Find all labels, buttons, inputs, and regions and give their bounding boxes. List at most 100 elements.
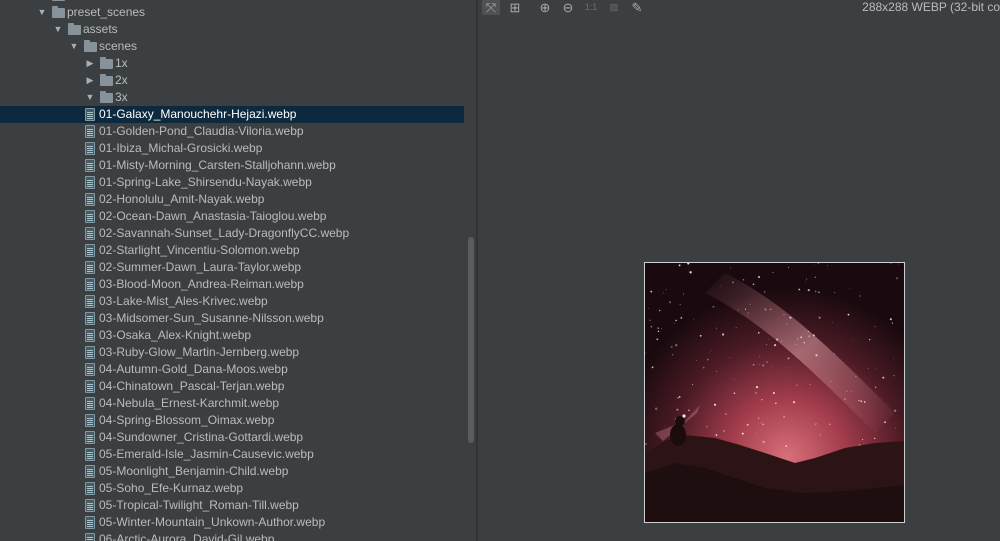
file-label: 04-Autumn-Gold_Dana-Moos.webp: [99, 362, 288, 376]
image-file-icon: [85, 278, 95, 291]
file-label: 02-Ocean-Dawn_Anastasia-Taioglou.webp: [99, 209, 327, 223]
actual-size-icon: 1:1: [584, 2, 598, 12]
tree-file-row[interactable]: 04-Chinatown_Pascal-Terjan.webp: [0, 378, 476, 395]
image-file-icon: [85, 295, 95, 308]
tree-file-row[interactable]: 01-Ibiza_Michal-Grosicki.webp: [0, 140, 476, 157]
file-label: 03-Ruby-Glow_Martin-Jernberg.webp: [99, 345, 300, 359]
tree-file-row[interactable]: 01-Galaxy_Manouchehr-Hejazi.webp: [0, 106, 464, 123]
tree-file-row[interactable]: 04-Sundowner_Cristina-Gottardi.webp: [0, 429, 476, 446]
image-file-icon: [85, 244, 95, 257]
tree-file-row[interactable]: 01-Golden-Pond_Claudia-Viloria.webp: [0, 123, 476, 140]
chessboard-icon: ▨: [609, 2, 619, 12]
file-label: 05-Soho_Efe-Kurnaz.webp: [99, 481, 244, 495]
zoom-out-icon: ⊖: [562, 0, 574, 15]
tree-scrollbar-thumb[interactable]: [468, 237, 474, 443]
tree-file-row[interactable]: 02-Summer-Dawn_Laura-Taylor.webp: [0, 259, 476, 276]
image-file-icon: [85, 533, 95, 541]
file-label: 05-Moonlight_Benjamin-Child.webp: [99, 464, 289, 478]
eyedropper-icon: ✎: [631, 0, 643, 15]
expand-arrow-down-icon[interactable]: ▼: [68, 38, 80, 55]
file-label: 03-Osaka_Alex-Knight.webp: [99, 328, 252, 342]
tree-file-row[interactable]: 05-Tropical-Twilight_Roman-Till.webp: [0, 497, 476, 514]
tree-file-row[interactable]: 02-Starlight_Vincentiu-Solomon.webp: [0, 242, 476, 259]
zoom-out-button[interactable]: ⊖: [559, 0, 577, 15]
folder-icon: [100, 91, 113, 103]
image-file-icon: [85, 499, 95, 512]
folder-icon: [52, 0, 65, 1]
tree-folder-row[interactable]: ▶ 2x: [0, 72, 476, 89]
image-viewer-toolbar: 288x288 WEBP (32-bit co ⤧ ⊞ ⊕ ⊖ 1:1 ▨ ✎: [478, 0, 1000, 16]
image-file-icon: [85, 329, 95, 342]
folder-label: 2x: [115, 73, 128, 87]
file-label: 01-Ibiza_Michal-Grosicki.webp: [99, 141, 263, 155]
tree-file-row[interactable]: 02-Savannah-Sunset_Lady-DragonflyCC.webp: [0, 225, 476, 242]
folder-label: preset_scenes: [67, 5, 146, 19]
tree-folder-row[interactable]: ▼ 3x: [0, 89, 476, 106]
tree-file-row[interactable]: 03-Osaka_Alex-Knight.webp: [0, 327, 476, 344]
tree-file-row[interactable]: 05-Soho_Efe-Kurnaz.webp: [0, 480, 476, 497]
tree-file-row[interactable]: 03-Lake-Mist_Ales-Krivec.webp: [0, 293, 476, 310]
image-viewer-panel: 288x288 WEBP (32-bit co ⤧ ⊞ ⊕ ⊖ 1:1 ▨ ✎: [478, 0, 1000, 541]
tree-file-row[interactable]: 05-Emerald-Isle_Jasmin-Causevic.webp: [0, 446, 476, 463]
image-file-icon: [85, 176, 95, 189]
tree-file-row[interactable]: 06-Arctic-Aurora_David-Gil.webp: [0, 531, 476, 541]
file-label: 02-Summer-Dawn_Laura-Taylor.webp: [99, 260, 302, 274]
file-label: 04-Sundowner_Cristina-Gottardi.webp: [99, 430, 304, 444]
tree-folder-row[interactable]: ▼ assets: [0, 21, 476, 38]
tree-file-row[interactable]: 01-Spring-Lake_Shirsendu-Nayak.webp: [0, 174, 476, 191]
expand-arrow-right-icon[interactable]: ▶: [84, 72, 96, 89]
milky-way-night-sky-image: [645, 263, 904, 522]
grid-toggle-button[interactable]: ⊞: [506, 0, 524, 15]
tree-file-row[interactable]: 05-Moonlight_Benjamin-Child.webp: [0, 463, 476, 480]
image-file-icon: [85, 516, 95, 529]
image-file-icon: [85, 448, 95, 461]
image-file-icon: [85, 414, 95, 427]
image-file-icon: [85, 312, 95, 325]
image-file-icon: [85, 193, 95, 206]
folder-icon: [100, 74, 113, 86]
image-preview: [644, 262, 905, 523]
file-label: 06-Arctic-Aurora_David-Gil.webp: [99, 532, 275, 541]
tree-file-row[interactable]: 03-Midsomer-Sun_Susanne-Nilsson.webp: [0, 310, 476, 327]
chessboard-button[interactable]: ▨: [605, 0, 623, 15]
tree-file-row[interactable]: 02-Ocean-Dawn_Anastasia-Taioglou.webp: [0, 208, 476, 225]
grid-icon: ⊞: [509, 0, 521, 15]
tree-file-row[interactable]: 03-Blood-Moon_Andrea-Reiman.webp: [0, 276, 476, 293]
tree-folder-row[interactable]: ▼ scenes: [0, 38, 476, 55]
project-tree-panel: ▼resources▼preset_scenes▼assets▼scenes▶1…: [0, 0, 476, 541]
file-label: 04-Nebula_Ernest-Karchmit.webp: [99, 396, 280, 410]
file-label: 02-Savannah-Sunset_Lady-DragonflyCC.webp: [99, 226, 350, 240]
expand-arrow-down-icon[interactable]: ▼: [52, 21, 64, 38]
file-label: 01-Golden-Pond_Claudia-Viloria.webp: [99, 124, 304, 138]
tree-folder-row[interactable]: ▼ preset_scenes: [0, 4, 476, 21]
tree-file-row[interactable]: 01-Misty-Morning_Carsten-Stalljohann.web…: [0, 157, 476, 174]
fit-to-window-button[interactable]: ⤧: [482, 0, 500, 15]
expand-arrow-down-icon[interactable]: ▼: [84, 89, 96, 106]
file-label: 02-Honolulu_Amit-Nayak.webp: [99, 192, 265, 206]
file-label: 03-Blood-Moon_Andrea-Reiman.webp: [99, 277, 304, 291]
file-label: 04-Spring-Blossom_Oimax.webp: [99, 413, 275, 427]
tree-file-row[interactable]: 05-Winter-Mountain_Unkown-Author.webp: [0, 514, 476, 531]
tree-file-row[interactable]: 04-Autumn-Gold_Dana-Moos.webp: [0, 361, 476, 378]
actual-size-button[interactable]: 1:1: [582, 0, 600, 15]
image-file-icon: [85, 142, 95, 155]
tree-file-row[interactable]: 04-Spring-Blossom_Oimax.webp: [0, 412, 476, 429]
tree-file-row[interactable]: 03-Ruby-Glow_Martin-Jernberg.webp: [0, 344, 476, 361]
tree-folder-row[interactable]: ▶ 1x: [0, 55, 476, 72]
image-file-icon: [85, 125, 95, 138]
file-label: 05-Tropical-Twilight_Roman-Till.webp: [99, 498, 299, 512]
file-label: 01-Misty-Morning_Carsten-Stalljohann.web…: [99, 158, 336, 172]
file-label: 03-Midsomer-Sun_Susanne-Nilsson.webp: [99, 311, 324, 325]
image-file-icon: [85, 261, 95, 274]
color-picker-button[interactable]: ✎: [628, 0, 646, 15]
zoom-in-button[interactable]: ⊕: [536, 0, 554, 15]
image-file-icon: [85, 159, 95, 172]
folder-label: assets: [83, 22, 118, 36]
image-file-icon: [85, 108, 95, 121]
expand-arrow-down-icon[interactable]: ▼: [36, 4, 48, 21]
expand-arrow-right-icon[interactable]: ▶: [84, 55, 96, 72]
folder-icon: [84, 40, 97, 52]
tree-file-row[interactable]: 02-Honolulu_Amit-Nayak.webp: [0, 191, 476, 208]
tree-file-row[interactable]: 04-Nebula_Ernest-Karchmit.webp: [0, 395, 476, 412]
image-file-icon: [85, 431, 95, 444]
